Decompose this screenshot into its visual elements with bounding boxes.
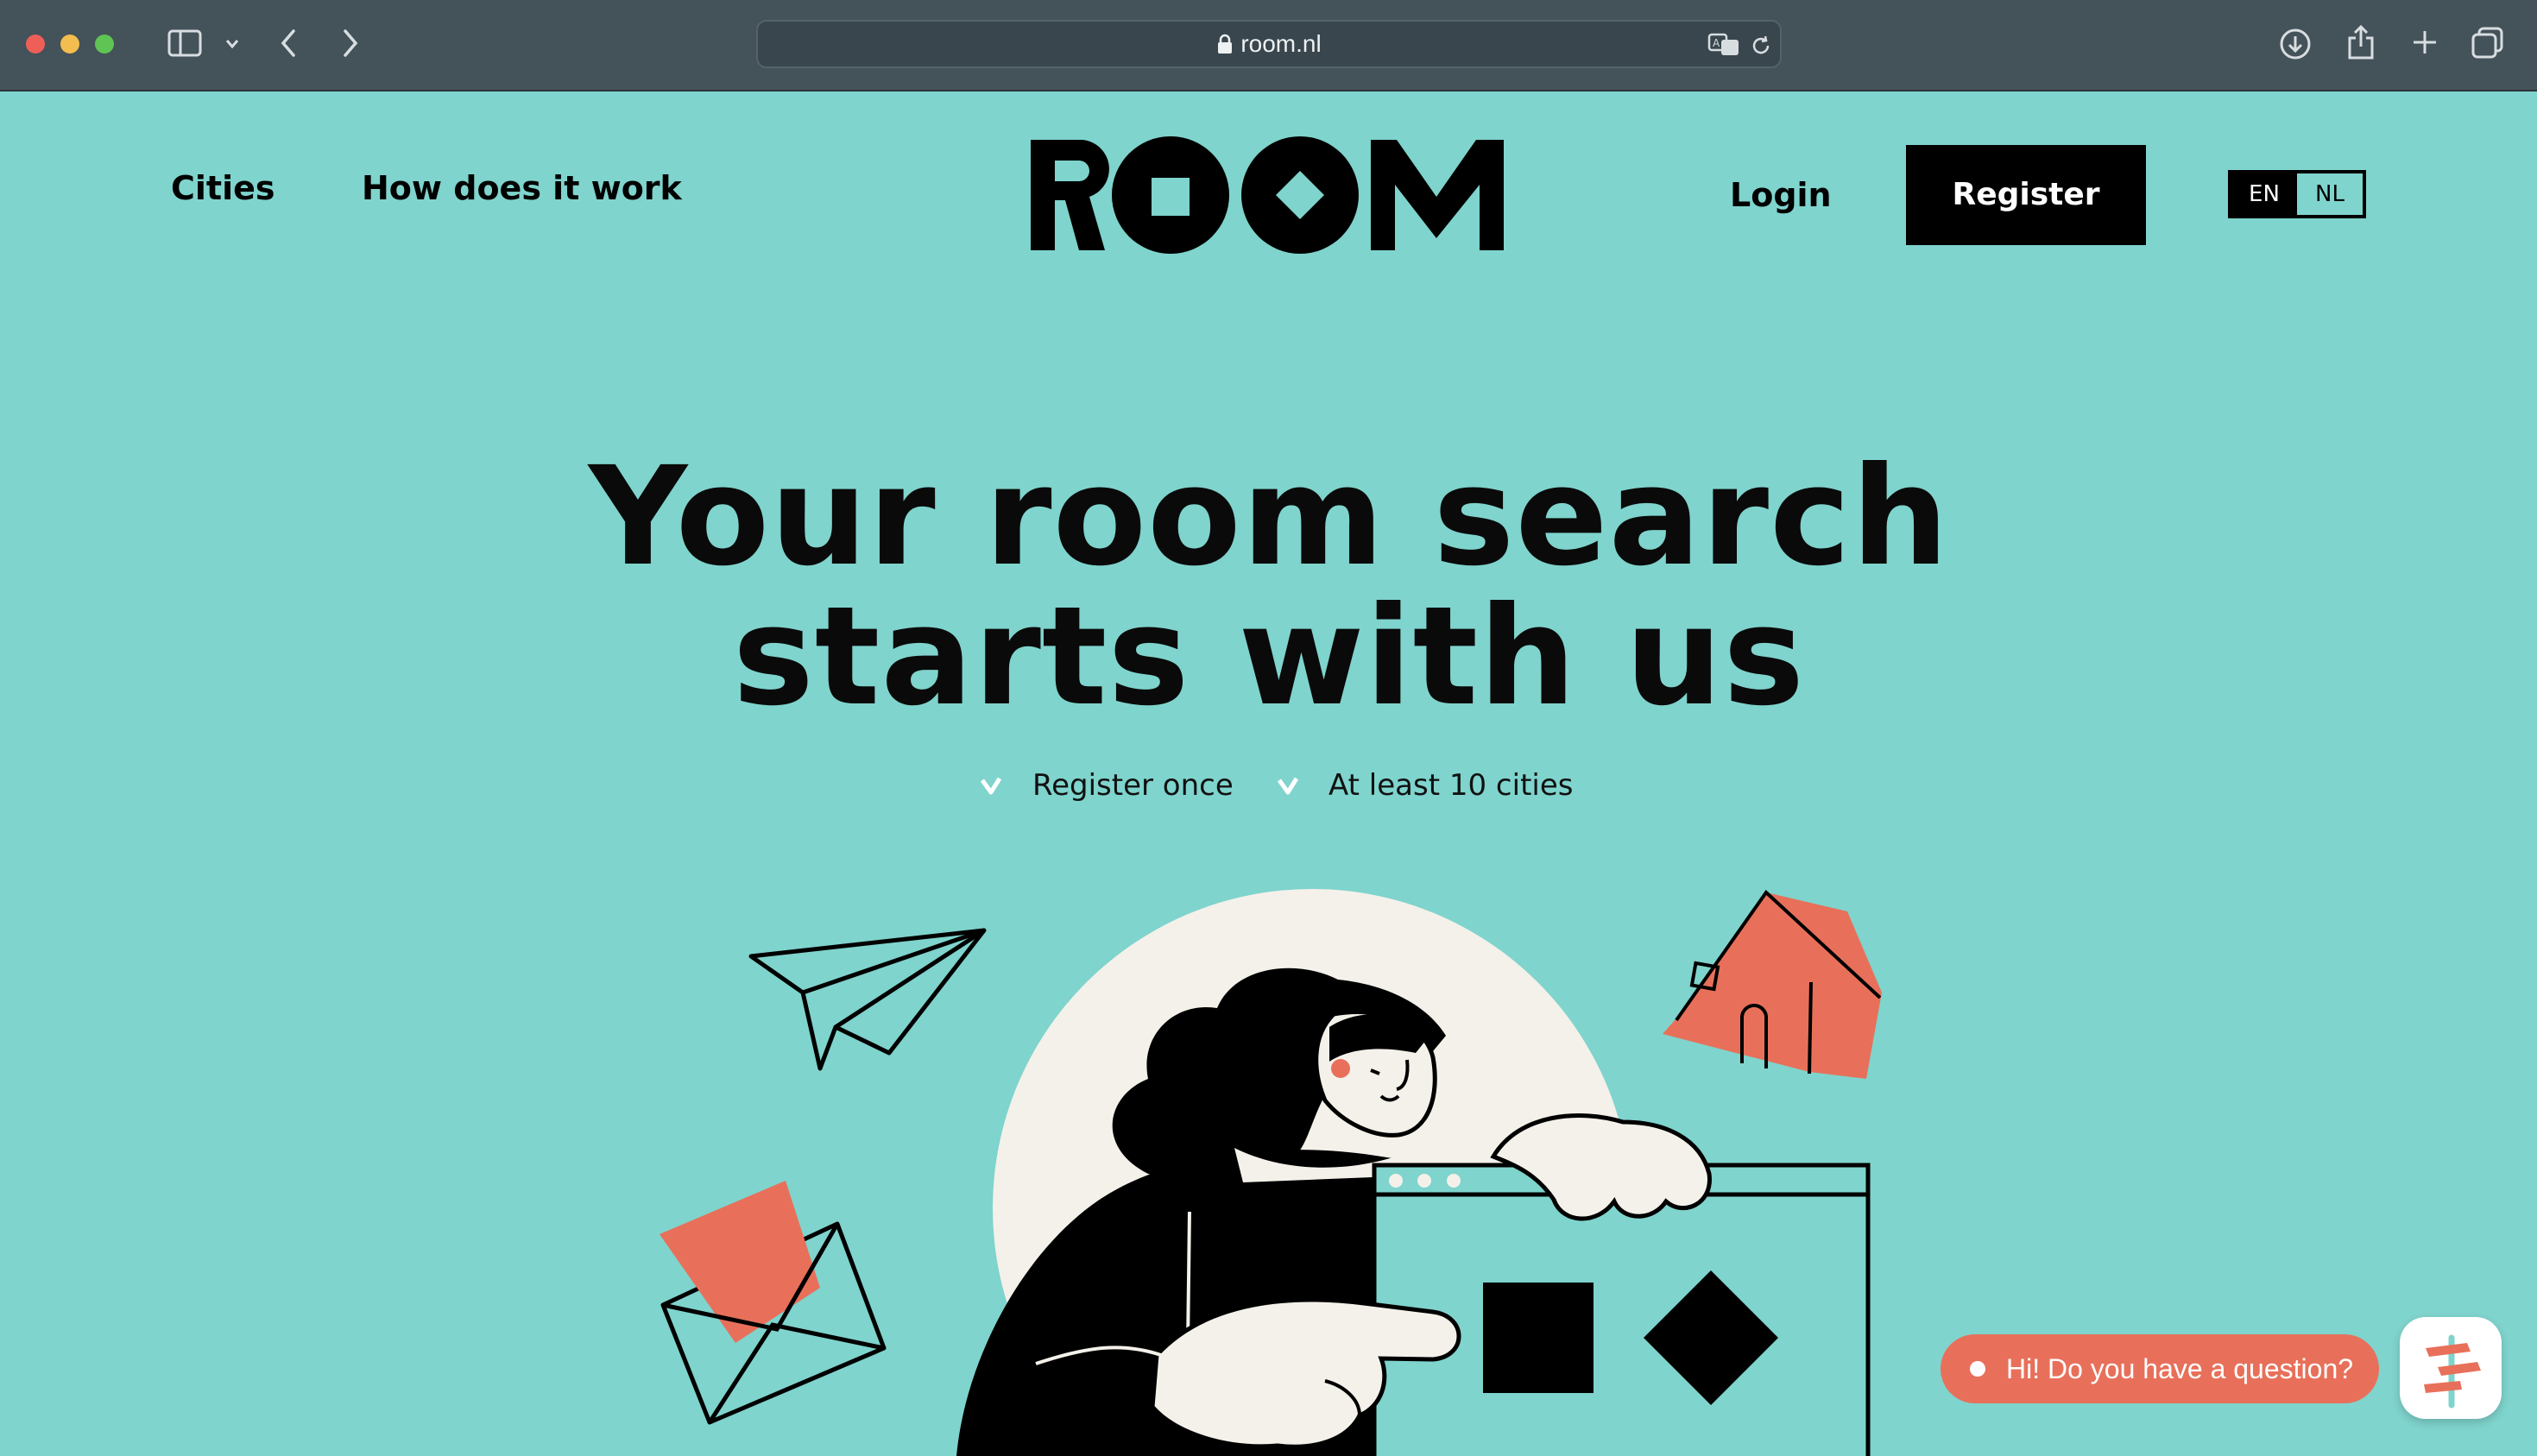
download-icon[interactable] <box>2279 28 2312 60</box>
envelope-icon <box>659 1181 887 1425</box>
hero-illustration <box>659 889 1882 1456</box>
language-switch: EN NL <box>2228 170 2366 218</box>
zoom-window-button[interactable] <box>95 35 114 54</box>
url-text: room.nl <box>758 22 1780 66</box>
feature-ten-cities: At least 10 cities <box>1328 768 1574 803</box>
room-logo[interactable] <box>1029 136 1509 254</box>
forward-icon[interactable] <box>340 28 361 59</box>
lang-en-option[interactable]: EN <box>2231 173 2297 215</box>
new-tab-icon[interactable] <box>2410 28 2439 57</box>
reload-icon[interactable] <box>1749 34 1773 58</box>
lock-icon <box>1218 34 1233 54</box>
lang-nl-option[interactable]: NL <box>2297 173 2363 215</box>
hero-title-line-1: Your room search <box>588 438 1950 596</box>
hero-title-line-2: starts with us <box>732 577 1806 736</box>
login-link[interactable]: Login <box>1730 174 1832 216</box>
check-icon <box>1277 777 1299 795</box>
chat-prompt-text: Hi! Do you have a question? <box>2006 1353 2354 1384</box>
minimize-window-button[interactable] <box>60 35 79 54</box>
sidebar-icon[interactable] <box>167 29 202 57</box>
close-window-button[interactable] <box>26 35 45 54</box>
nav-cities-link[interactable]: Cities <box>171 167 275 209</box>
chat-prompt-bubble[interactable]: Hi! Do you have a question? <box>1941 1334 2379 1403</box>
earring <box>1331 1059 1350 1078</box>
back-icon[interactable] <box>278 28 299 59</box>
chat-launcher-button[interactable] <box>2400 1317 2502 1419</box>
browser-toolbar: room.nl A <box>0 0 2537 91</box>
nav-how-it-works-link[interactable]: How does it work <box>362 167 682 209</box>
translate-icon[interactable]: A <box>1707 32 1740 58</box>
paper-plane-icon <box>748 928 987 1071</box>
share-icon[interactable] <box>2346 24 2376 60</box>
hero-title: Your room search starts with us <box>518 447 2020 727</box>
status-dot-icon <box>1970 1361 1985 1377</box>
register-button[interactable]: Register <box>1906 145 2146 245</box>
tabs-overview-icon[interactable] <box>2471 26 2505 60</box>
signpost-icon <box>2424 1334 2481 1409</box>
address-bar[interactable]: room.nl A <box>756 20 1782 68</box>
feature-register-once: Register once <box>1032 768 1234 803</box>
square-shape <box>1483 1283 1594 1393</box>
svg-text:A: A <box>1713 37 1720 49</box>
check-icon <box>980 777 1002 795</box>
chevron-down-icon[interactable] <box>224 38 240 50</box>
house-icon <box>1663 889 1882 1079</box>
url-label: room.nl <box>1240 30 1322 57</box>
